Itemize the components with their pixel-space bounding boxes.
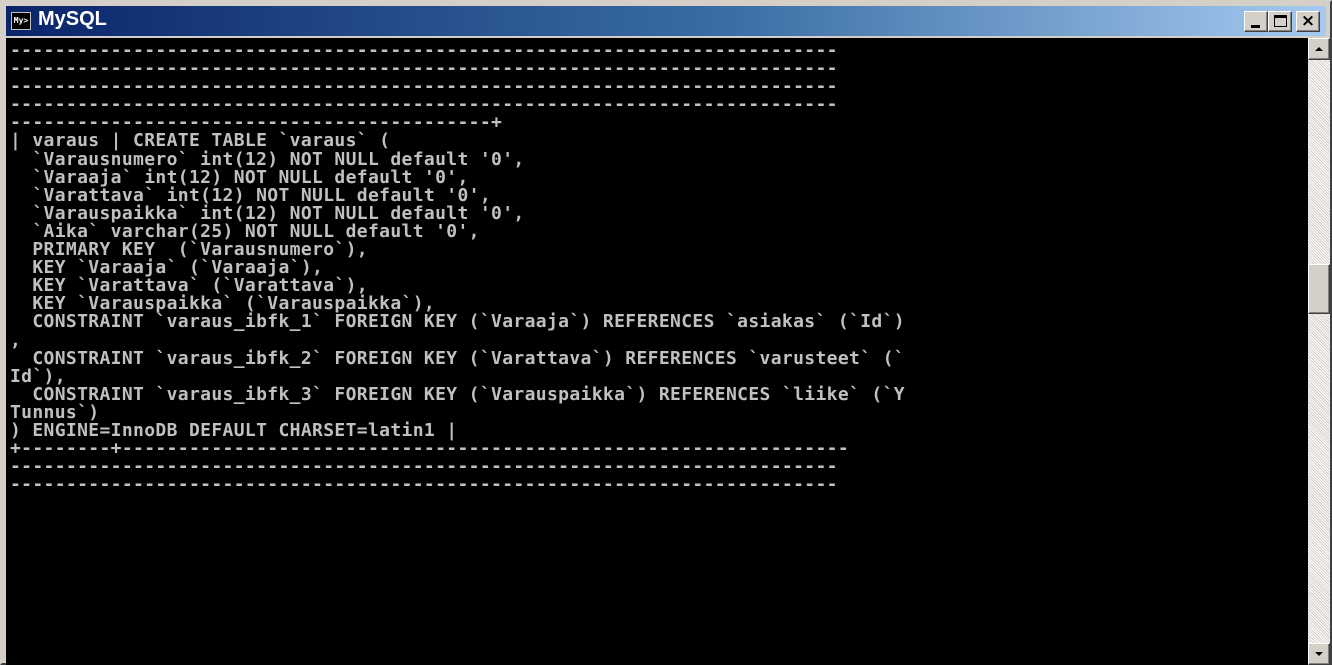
scroll-thumb[interactable] — [1308, 264, 1330, 314]
minimize-button[interactable] — [1244, 11, 1268, 32]
scroll-up-button[interactable] — [1308, 38, 1330, 60]
mysql-console-window: My> MySQL × ----------------------------… — [0, 0, 1332, 665]
scroll-up-arrow-icon — [1315, 47, 1323, 51]
maximize-icon — [1274, 15, 1287, 27]
console-text: ----------------------------------------… — [10, 40, 905, 496]
window-title: MySQL — [38, 8, 107, 30]
title-bar[interactable]: My> MySQL × — [6, 6, 1326, 36]
close-icon: × — [1300, 11, 1316, 31]
mysql-console-icon[interactable]: My> — [11, 12, 31, 30]
scroll-down-arrow-icon — [1315, 652, 1323, 656]
vertical-scrollbar[interactable] — [1308, 38, 1330, 665]
maximize-button[interactable] — [1268, 11, 1292, 32]
close-button[interactable]: × — [1296, 11, 1320, 32]
minimize-icon — [1251, 25, 1260, 28]
console-output[interactable]: ----------------------------------------… — [6, 38, 1308, 665]
scroll-down-button[interactable] — [1308, 643, 1330, 665]
